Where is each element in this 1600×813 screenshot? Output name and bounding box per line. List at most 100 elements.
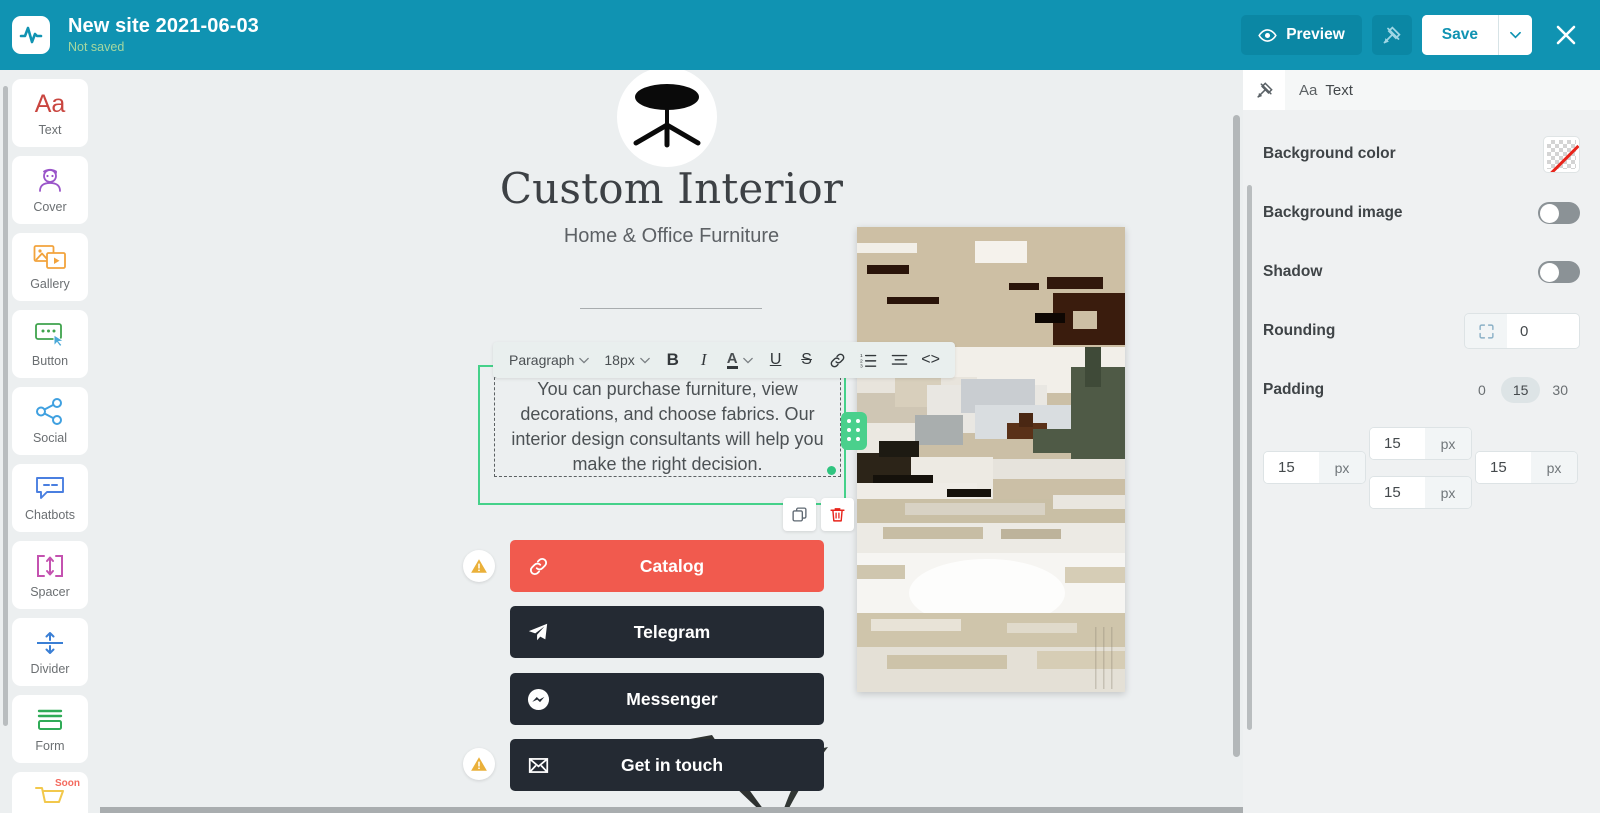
app-logo[interactable]	[12, 16, 50, 54]
save-dropdown-button[interactable]	[1498, 15, 1532, 55]
padding-preset-0[interactable]: 0	[1463, 377, 1501, 403]
text-format-toolbar[interactable]: Paragraph 18px B I A U S 1 2 3 <>	[493, 342, 955, 378]
properties-panel: Aa Text Background color Background imag…	[1243, 70, 1600, 813]
cta-button-catalog[interactable]: Catalog	[510, 540, 824, 592]
drag-dots-icon[interactable]	[841, 412, 867, 450]
button-icon	[35, 323, 65, 348]
padding-right-input[interactable]	[1476, 452, 1531, 483]
paintbrush-icon	[1256, 81, 1273, 98]
preview-button[interactable]: Preview	[1241, 15, 1362, 55]
breadcrumb-aa-icon: Aa	[1299, 81, 1318, 99]
row-padding: Padding 0 15 30	[1263, 368, 1580, 412]
spacer-icon	[37, 555, 63, 577]
shadow-label: Shadow	[1263, 263, 1323, 280]
chat-bubble-icon	[36, 477, 64, 499]
canvas-horizontal-scrollbar[interactable]	[100, 807, 1243, 813]
sidebar-item-form[interactable]: Form	[12, 695, 88, 763]
sidebar-scrollbar[interactable]	[3, 86, 8, 726]
design-settings-button[interactable]	[1371, 15, 1412, 55]
link-button[interactable]	[824, 346, 852, 374]
sidebar-item-divider[interactable]: Divider	[12, 618, 88, 686]
bold-button[interactable]: B	[659, 346, 687, 374]
row-rounding: Rounding	[1263, 309, 1580, 353]
cta-label: Telegram	[633, 621, 711, 642]
design-tab[interactable]	[1243, 70, 1285, 110]
app-header: New site 2021-06-03 Not saved Preview Sa…	[0, 0, 1600, 70]
padding-bottom-field: px	[1369, 476, 1472, 509]
sidebar-item-text[interactable]: Aa Text	[12, 79, 88, 147]
rounding-control	[1464, 313, 1580, 349]
corner-radius-icon[interactable]	[1465, 314, 1507, 348]
sidebar-item-shop[interactable]: Soon Shop	[12, 772, 88, 813]
close-icon	[1556, 25, 1576, 45]
save-button-group: Save	[1421, 15, 1532, 55]
warning-badge[interactable]	[463, 550, 495, 582]
padding-left-input[interactable]	[1264, 452, 1319, 483]
row-background-image: Background image	[1263, 191, 1580, 235]
background-image-label: Background image	[1263, 204, 1403, 221]
eye-icon	[1258, 28, 1277, 42]
font-color-select[interactable]: A	[721, 346, 759, 374]
rounding-label: Rounding	[1263, 322, 1336, 339]
paintbrush-icon	[1383, 25, 1401, 43]
cta-button-get-in-touch[interactable]: Get in touch	[510, 739, 824, 791]
chevron-down-icon	[639, 357, 650, 364]
chevron-down-icon	[579, 357, 590, 364]
padding-preset-30[interactable]: 30	[1540, 377, 1580, 403]
page-content: Custom Interior Home & Office Furniture	[100, 70, 1243, 813]
artwork-image[interactable]	[857, 227, 1125, 692]
sidebar-item-button[interactable]: Button	[12, 310, 88, 378]
page-canvas[interactable]: Custom Interior Home & Office Furniture	[100, 70, 1243, 813]
site-heading: Custom Interior	[499, 164, 844, 213]
sidebar-item-social[interactable]: Social	[12, 387, 88, 455]
blocks-sidebar[interactable]: Aa Text Cover Gallery Button Social Chat…	[0, 70, 100, 813]
soon-badge: Soon	[55, 778, 80, 789]
cta-button-messenger[interactable]: Messenger	[510, 673, 824, 725]
font-size-select[interactable]: 18px	[598, 346, 655, 374]
warning-badge[interactable]	[463, 748, 495, 780]
chevron-down-icon	[742, 357, 753, 364]
breadcrumb-text-block[interactable]: Aa Text	[1285, 70, 1600, 110]
row-background-color: Background color	[1263, 132, 1580, 176]
delete-block-button[interactable]	[821, 498, 854, 531]
ordered-list-button[interactable]: 1 2 3	[855, 346, 883, 374]
sidebar-item-gallery[interactable]: Gallery	[12, 233, 88, 301]
underline-button[interactable]: U	[762, 346, 790, 374]
sidebar-item-label: Social	[32, 431, 68, 445]
duplicate-block-button[interactable]	[783, 498, 816, 531]
padding-top-field: px	[1369, 427, 1472, 460]
strikethrough-button[interactable]: S	[793, 346, 821, 374]
svg-text:3: 3	[860, 363, 863, 368]
sidebar-item-cover[interactable]: Cover	[12, 156, 88, 224]
round-table-icon	[633, 84, 701, 148]
close-button[interactable]	[1546, 15, 1586, 55]
sidebar-item-label: Chatbots	[24, 508, 76, 522]
copy-icon	[792, 507, 807, 522]
shadow-toggle[interactable]	[1538, 261, 1580, 283]
link-icon	[830, 353, 845, 367]
warning-triangle-icon	[471, 757, 487, 771]
text-block-editable[interactable]: You can purchase furniture, view decorat…	[494, 377, 841, 477]
resize-handle-dot[interactable]	[827, 466, 836, 475]
canvas-scrollbar[interactable]	[1233, 115, 1240, 757]
padding-preset-15[interactable]: 15	[1500, 377, 1541, 403]
sidebar-item-chatbots[interactable]: Chatbots	[12, 464, 88, 532]
padding-right-unit: px	[1531, 452, 1577, 483]
page-title: New site 2021-06-03	[68, 15, 259, 38]
background-image-toggle[interactable]	[1538, 202, 1580, 224]
align-center-button[interactable]	[886, 346, 914, 374]
rounding-input[interactable]	[1507, 314, 1579, 348]
padding-top-input[interactable]	[1370, 428, 1425, 459]
warning-triangle-icon	[471, 559, 487, 573]
sidebar-scroll: Aa Text Cover Gallery Button Social Chat…	[0, 70, 100, 813]
padding-left-unit: px	[1319, 452, 1365, 483]
block-format-select[interactable]: Paragraph	[503, 346, 595, 374]
save-button[interactable]: Save	[1421, 15, 1498, 55]
sidebar-item-spacer[interactable]: Spacer	[12, 541, 88, 609]
padding-bottom-input[interactable]	[1370, 477, 1425, 508]
background-color-swatch[interactable]	[1543, 135, 1580, 173]
header-actions: Preview Save	[1241, 15, 1600, 55]
cta-button-telegram[interactable]: Telegram	[510, 606, 824, 658]
code-button[interactable]: <>	[917, 346, 945, 374]
italic-button[interactable]: I	[690, 346, 718, 374]
